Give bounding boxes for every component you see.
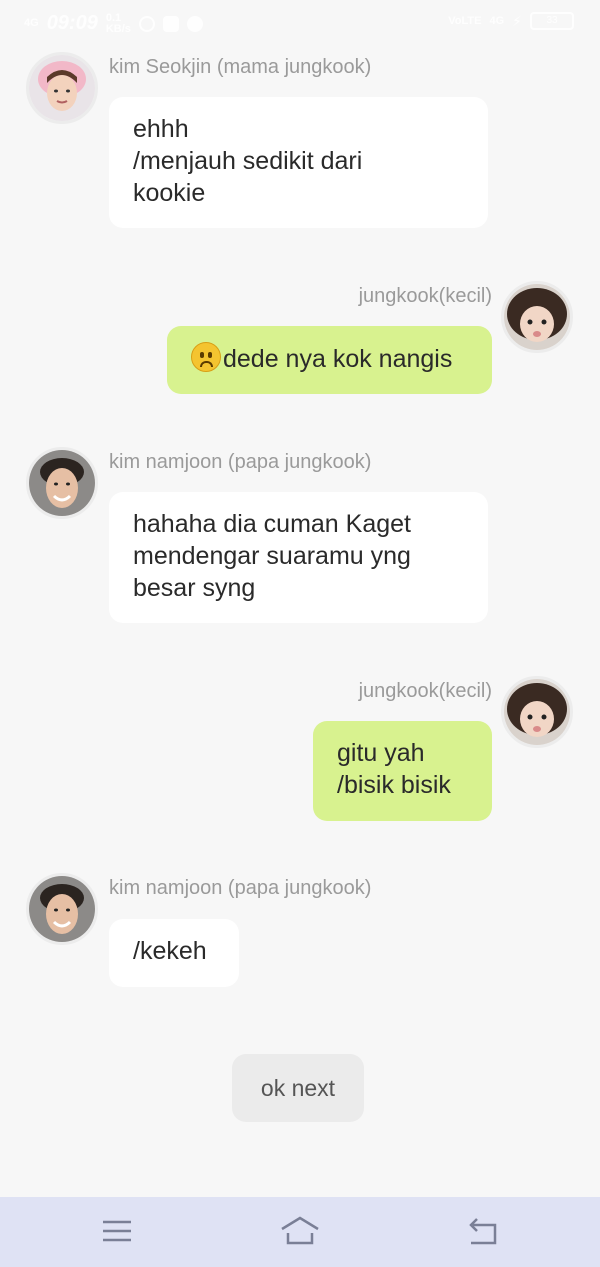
avatar-seokjin[interactable] [26,52,98,124]
status-bar: 4G 09:09 0.1 KB/s VoLTE 4G ⚡ 33 [0,0,600,52]
message-bubble[interactable]: /kekeh [109,919,239,987]
network-speed: 0.1 KB/s [105,11,131,35]
menu-icon[interactable] [97,1213,137,1249]
battery-icon: 33 [530,12,574,30]
message-bubble[interactable]: ehhh /menjauh sedikit dari kookie [109,97,488,228]
message-bubble[interactable]: hahaha dia cuman Kaget mendengar suaramu… [109,492,488,623]
avatar-jungkook[interactable] [501,281,573,353]
home-icon[interactable] [280,1213,320,1249]
youtube-icon [162,15,179,32]
sender-name: kim namjoon (papa jungkook) [109,451,372,473]
avatar-namjoon[interactable] [26,873,98,945]
sender-name: jungkook(kecil) [358,285,492,307]
volte-indicator: VoLTE [448,14,482,27]
message-bubble[interactable]: dede nya kok nangis [167,326,492,394]
avatar-namjoon[interactable] [26,447,98,519]
notification-icon [186,15,203,32]
ok-next-button[interactable]: ok next [232,1054,364,1122]
message-bubble[interactable]: gitu yah /bisik bisik [313,721,492,821]
sender-name: jungkook(kecil) [358,680,492,702]
worried-face-emoji [191,342,221,372]
network-indicator-left: 4G [24,17,39,29]
network-indicator-right: 4G [489,14,505,27]
back-icon[interactable] [463,1213,503,1249]
clock-time: 09:09 [46,12,98,34]
avatar-jungkook[interactable] [501,676,573,748]
sender-name: kim namjoon (papa jungkook) [109,877,372,899]
charging-icon: ⚡ [512,12,522,29]
navigation-bar [0,1197,600,1267]
whatsapp-icon [138,15,155,32]
sender-name: kim Seokjin (mama jungkook) [109,56,372,78]
message-text: dede nya kok nangis [223,345,453,373]
